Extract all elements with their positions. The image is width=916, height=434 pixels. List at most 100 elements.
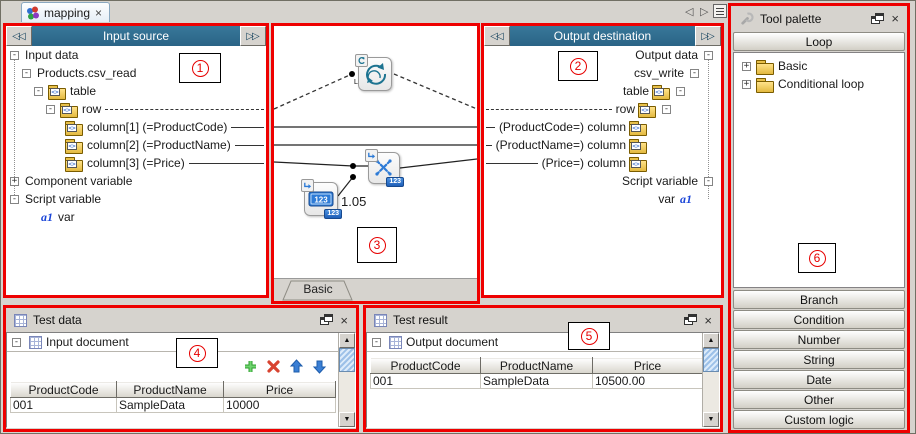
numeric-type-badge: 123 bbox=[386, 177, 404, 187]
tree-item-csv-read[interactable]: -Products.csv_read bbox=[6, 64, 266, 82]
vertical-scrollbar[interactable]: ▲ ▼ bbox=[702, 333, 719, 427]
col-header-productcode[interactable]: ProductCode bbox=[11, 382, 117, 398]
table-row[interactable]: 001 SampleData 10500.00 bbox=[371, 374, 703, 389]
palette-section-branch[interactable]: Branch bbox=[733, 290, 905, 309]
scroll-up-icon[interactable]: ▲ bbox=[703, 333, 719, 348]
palette-sections: Branch Condition Number String Date Othe… bbox=[731, 289, 907, 429]
tree-item-column2[interactable]: <>column[2] (=ProductName) bbox=[6, 136, 266, 154]
palette-item-basic[interactable]: +Basic bbox=[736, 57, 902, 75]
palette-section-number[interactable]: Number bbox=[733, 330, 905, 349]
col-header-price[interactable]: Price bbox=[593, 358, 703, 374]
add-row-icon[interactable] bbox=[243, 359, 258, 374]
close-icon[interactable]: × bbox=[340, 314, 348, 327]
move-down-icon[interactable] bbox=[312, 359, 327, 374]
output-document-row[interactable]: - Output document bbox=[367, 333, 719, 352]
palette-section-loop[interactable]: Loop bbox=[733, 32, 905, 51]
tree-item-csv-write[interactable]: csv_write- bbox=[484, 64, 721, 82]
collapse-toggle[interactable]: - bbox=[34, 87, 43, 96]
expand-toggle[interactable]: + bbox=[10, 177, 19, 186]
collapse-all-right-button[interactable]: ◁◁ bbox=[484, 26, 510, 46]
number-constant-node[interactable]: 123 123 bbox=[304, 182, 338, 216]
collapse-toggle[interactable]: - bbox=[10, 51, 19, 60]
numeric-type-badge: 123 bbox=[324, 209, 342, 219]
mapping-line-stub bbox=[486, 145, 492, 146]
tree-item-column-productcode[interactable]: (ProductCode=) column<> bbox=[484, 118, 721, 136]
tree-item-var[interactable]: a1var bbox=[6, 208, 266, 226]
collapse-toggle[interactable]: - bbox=[704, 51, 713, 60]
multiply-node[interactable]: 123 bbox=[368, 152, 400, 184]
table-row[interactable]: 001 SampleData 10000 bbox=[11, 398, 336, 413]
tree-item-row[interactable]: -<>row bbox=[6, 100, 266, 118]
vertical-scrollbar[interactable]: ▲ ▼ bbox=[338, 333, 355, 427]
expand-all-right-button[interactable]: ▷▷ bbox=[695, 26, 721, 46]
xml-folder-icon: <> bbox=[629, 157, 646, 170]
restore-window-icon[interactable] bbox=[871, 13, 885, 25]
collapse-toggle[interactable]: - bbox=[12, 338, 21, 347]
mapping-tab-icon bbox=[26, 6, 40, 20]
scroll-up-icon[interactable]: ▲ bbox=[339, 333, 355, 348]
collapse-toggle[interactable]: - bbox=[662, 105, 671, 114]
collapse-toggle[interactable]: - bbox=[22, 69, 31, 78]
loop-node[interactable] bbox=[358, 57, 392, 91]
tree-item-input-data[interactable]: -Input data bbox=[6, 46, 266, 64]
col-header-productname[interactable]: ProductName bbox=[117, 382, 224, 398]
document-table-icon bbox=[29, 336, 42, 349]
svg-text:123: 123 bbox=[314, 196, 328, 205]
palette-item-conditional-loop[interactable]: +Conditional loop bbox=[736, 75, 902, 93]
palette-section-condition[interactable]: Condition bbox=[733, 310, 905, 329]
tab-basic[interactable]: Basic bbox=[282, 280, 354, 301]
close-icon[interactable]: × bbox=[891, 12, 899, 25]
palette-section-date[interactable]: Date bbox=[733, 370, 905, 389]
tree-item-column3[interactable]: <>column[3] (=Price) bbox=[6, 154, 266, 172]
mapper-window: mapping × ◁ ▷ ◁◁ Input source ▷▷ -Input … bbox=[0, 0, 916, 434]
move-up-icon[interactable] bbox=[289, 359, 304, 374]
col-header-price[interactable]: Price bbox=[224, 382, 336, 398]
tree-item-var[interactable]: vara1 bbox=[484, 190, 721, 208]
scroll-down-icon[interactable]: ▼ bbox=[339, 412, 355, 427]
collapse-toggle[interactable]: - bbox=[10, 195, 19, 204]
close-icon[interactable]: × bbox=[704, 314, 712, 327]
mapping-line-stub bbox=[231, 127, 264, 128]
tree-item-output-data[interactable]: Output data- bbox=[484, 46, 721, 64]
col-header-productcode[interactable]: ProductCode bbox=[371, 358, 481, 374]
tab-scroll-prev-icon[interactable]: ◁ bbox=[685, 5, 693, 18]
tree-item-column1[interactable]: <>column[1] (=ProductCode) bbox=[6, 118, 266, 136]
collapse-toggle[interactable]: - bbox=[676, 87, 685, 96]
tree-item-column-productname[interactable]: (ProductName=) column<> bbox=[484, 136, 721, 154]
collapse-toggle[interactable]: - bbox=[46, 105, 55, 114]
output-tree: Output data- csv_write- table<>- row<>- … bbox=[484, 46, 721, 294]
palette-section-string[interactable]: String bbox=[733, 350, 905, 369]
xml-folder-icon: <> bbox=[60, 103, 77, 116]
collapse-toggle[interactable]: - bbox=[704, 177, 713, 186]
restore-window-icon[interactable] bbox=[684, 314, 698, 326]
tree-item-table[interactable]: table<>- bbox=[484, 82, 721, 100]
scrollbar-thumb[interactable] bbox=[703, 348, 719, 372]
expand-all-left-button[interactable]: ▷▷ bbox=[240, 26, 266, 46]
tree-item-script-variable[interactable]: Script variable- bbox=[484, 172, 721, 190]
tree-item-component-variable[interactable]: +Component variable bbox=[6, 172, 266, 190]
scroll-down-icon[interactable]: ▼ bbox=[703, 412, 719, 427]
restore-window-icon[interactable] bbox=[320, 314, 334, 326]
tree-item-table[interactable]: -<>table bbox=[6, 82, 266, 100]
tree-item-script-variable[interactable]: -Script variable bbox=[6, 190, 266, 208]
tab-list-menu-icon[interactable] bbox=[713, 4, 727, 18]
collapse-toggle[interactable]: - bbox=[372, 338, 381, 347]
tab-scroll-next-icon[interactable]: ▷ bbox=[700, 5, 708, 18]
expand-toggle[interactable]: + bbox=[742, 62, 751, 71]
collapse-toggle[interactable]: - bbox=[690, 69, 699, 78]
tree-item-column-price[interactable]: (Price=) column<> bbox=[484, 154, 721, 172]
delete-row-icon[interactable] bbox=[266, 359, 281, 374]
mapping-line-stub bbox=[486, 109, 612, 110]
scrollbar-thumb[interactable] bbox=[339, 348, 355, 372]
palette-section-custom-logic[interactable]: Custom logic bbox=[733, 410, 905, 429]
tab-close-icon[interactable]: × bbox=[94, 6, 103, 20]
input-tree: -Input data -Products.csv_read -<>table … bbox=[6, 46, 266, 294]
expand-toggle[interactable]: + bbox=[742, 80, 751, 89]
tab-mapping[interactable]: mapping × bbox=[21, 2, 110, 22]
input-document-label: Input document bbox=[46, 335, 129, 349]
mapping-line-stub bbox=[486, 127, 495, 128]
tree-item-row[interactable]: row<>- bbox=[484, 100, 721, 118]
collapse-all-left-button[interactable]: ◁◁ bbox=[6, 26, 32, 46]
palette-section-other[interactable]: Other bbox=[733, 390, 905, 409]
col-header-productname[interactable]: ProductName bbox=[481, 358, 593, 374]
